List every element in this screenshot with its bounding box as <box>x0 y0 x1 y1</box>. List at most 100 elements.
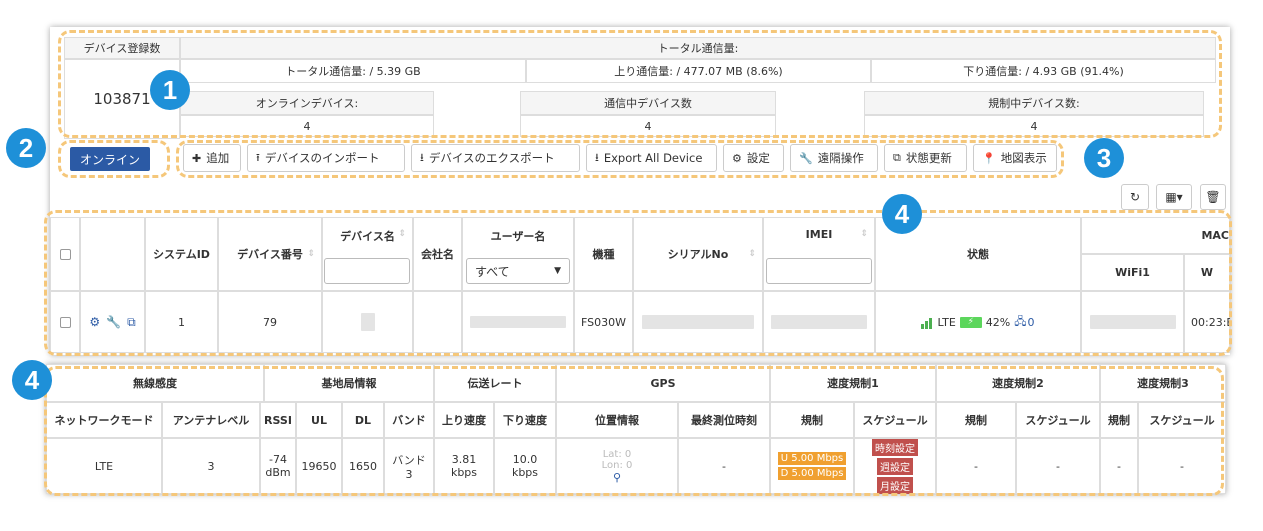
plus-icon: ✚ <box>192 151 202 165</box>
rate-group-header: 伝送レート <box>434 364 556 402</box>
map-view-button[interactable]: 📍 地図表示 <box>973 144 1057 172</box>
limit3-group-header: 速度規制3 <box>1100 364 1226 402</box>
online-devices-label: オンラインデバイス: <box>180 91 434 115</box>
mac-header: MAC <box>1081 217 1230 254</box>
schedule1-header: スケジュール <box>854 402 936 438</box>
checkbox[interactable] <box>59 248 71 260</box>
device-name-filter-input[interactable] <box>324 258 410 284</box>
antenna-level-cell: 3 <box>162 438 260 494</box>
gear-icon: ⚙ <box>732 151 742 165</box>
last-time-header: 最終測位時刻 <box>678 402 770 438</box>
band-cell: バンド 3 <box>384 438 434 494</box>
user-name-cell <box>462 291 574 353</box>
radio-group-header: 無線感度 <box>46 364 264 402</box>
add-button[interactable]: ✚ 追加 <box>183 144 241 172</box>
serial-cell <box>633 291 763 353</box>
gear-icon[interactable]: ⚙ <box>89 315 100 329</box>
import-button[interactable]: ⭱ デバイスのインポート <box>247 144 405 172</box>
wifi1-mac-cell <box>1081 291 1184 353</box>
up-speed-cell: 3.81 kbps <box>434 438 494 494</box>
model-header[interactable]: 機種 <box>574 217 633 291</box>
network-clients-icon: 🖧 <box>1014 314 1027 328</box>
gps-group-header: GPS <box>556 364 770 402</box>
device-name-cell <box>322 291 413 353</box>
callout-badge-1: 1 <box>150 70 190 110</box>
refresh-status-button[interactable]: ⧉ 状態更新 <box>884 144 967 172</box>
wifi1-header: WiFi1 <box>1081 254 1184 291</box>
limit2-cell: - <box>936 438 1016 494</box>
dl-header: DL <box>342 402 384 438</box>
settings-button[interactable]: ⚙ 設定 <box>723 144 784 172</box>
location-cell: Lat: 0 Lon: 0 ⚲ <box>556 438 678 494</box>
columns-grid-icon[interactable]: ▦▾ <box>1156 184 1192 210</box>
schedule2-header: スケジュール <box>1016 402 1100 438</box>
location-header: 位置情報 <box>556 402 678 438</box>
export-button[interactable]: ⭳ デバイスのエクスポート <box>411 144 580 172</box>
wrench-icon: 🔧 <box>799 151 813 165</box>
rssi-cell: -74 dBm <box>260 438 296 494</box>
system-id-header[interactable]: システムID <box>145 217 218 291</box>
limit3-cell: - <box>1100 438 1138 494</box>
device-detail-panel: 無線感度 基地局情報 伝送レート GPS 速度規制1 速度規制2 速度規制3 ネ… <box>46 364 1226 494</box>
schedule3-cell: - <box>1138 438 1226 494</box>
total-traffic-value: トータル通信量: / 5.39 GB <box>180 59 526 83</box>
imei-cell <box>763 291 875 353</box>
online-filter-button[interactable]: オンライン <box>70 147 150 171</box>
redacted-block <box>470 316 566 328</box>
limit3-header: 規制 <box>1100 402 1138 438</box>
export-all-button[interactable]: ⭳ Export All Device <box>586 144 717 172</box>
redacted-block <box>1089 315 1176 329</box>
sort-icon: ⇕ <box>860 229 868 239</box>
map-pin-icon: 📍 <box>982 151 996 165</box>
restricted-devices-value: 4 <box>864 115 1204 137</box>
sort-icon: ⇕ <box>748 249 756 259</box>
base-station-group-header: 基地局情報 <box>264 364 434 402</box>
map-pin-icon[interactable]: ⚲ <box>613 471 621 484</box>
wrench-icon[interactable]: 🔧 <box>106 315 121 329</box>
status-cell: LTE ⚡ 42% 🖧 0 <box>875 291 1081 353</box>
callout-badge-4: 4 <box>882 194 922 234</box>
imei-filter-input[interactable] <box>766 258 872 284</box>
device-no-header[interactable]: デバイス番号 ⇕ <box>218 217 322 291</box>
down-traffic-value: 下り通信量: / 4.93 GB (91.4%) <box>871 59 1216 83</box>
last-time-cell: - <box>678 438 770 494</box>
model-cell: FS030W <box>574 291 633 353</box>
row-checkbox[interactable] <box>50 291 80 353</box>
redacted-block <box>360 313 375 331</box>
battery-icon: ⚡ <box>959 316 982 328</box>
redacted-block <box>771 315 867 329</box>
device-list-panel: デバイス登録数 103871 トータル通信量: トータル通信量: / 5.39 … <box>50 27 1230 355</box>
w-header-partial: W <box>1184 254 1230 291</box>
limit1-cell: U 5.00 Mbps D 5.00 Mbps <box>770 438 854 494</box>
remote-control-button[interactable]: 🔧 遠隔操作 <box>790 144 878 172</box>
communicating-devices-label: 通信中デバイス数 <box>520 91 776 115</box>
band-header: バンド <box>384 402 434 438</box>
callout-badge-3: 3 <box>1084 138 1124 178</box>
schedule3-header: スケジュール <box>1138 402 1226 438</box>
company-cell <box>413 291 462 353</box>
limit1-header: 規制 <box>770 402 854 438</box>
limit2-header: 規制 <box>936 402 1016 438</box>
checkbox[interactable] <box>59 316 71 328</box>
download-icon: ⭳ <box>420 150 424 164</box>
signal-strength-icon <box>921 316 933 329</box>
up-traffic-value: 上り通信量: / 477.07 MB (8.6%) <box>526 59 871 83</box>
schedule1-cell: 時刻設定 週設定 月設定 <box>854 438 936 494</box>
select-all-checkbox[interactable] <box>50 217 80 291</box>
dl-cell: 1650 <box>342 438 384 494</box>
rssi-header: RSSI <box>260 402 296 438</box>
upload-icon: ⭱ <box>256 150 260 164</box>
system-id-cell: 1 <box>145 291 218 353</box>
trash-icon[interactable]: 🗑 <box>1200 184 1226 210</box>
caret-down-icon: ▼ <box>554 266 561 276</box>
sort-icon: ⇕ <box>398 229 406 239</box>
actions-header <box>80 217 145 291</box>
external-link-icon[interactable]: ⧉ <box>127 315 136 330</box>
sort-icon: ⇕ <box>307 249 315 259</box>
serial-header[interactable]: シリアルNo ⇕ <box>633 217 763 291</box>
company-header[interactable]: 会社名 <box>413 217 462 291</box>
refresh-icon[interactable]: ↻ <box>1121 184 1149 210</box>
user-name-select[interactable]: すべて ▼ <box>466 258 570 284</box>
communicating-devices-value: 4 <box>520 115 776 137</box>
schedule2-cell: - <box>1016 438 1100 494</box>
